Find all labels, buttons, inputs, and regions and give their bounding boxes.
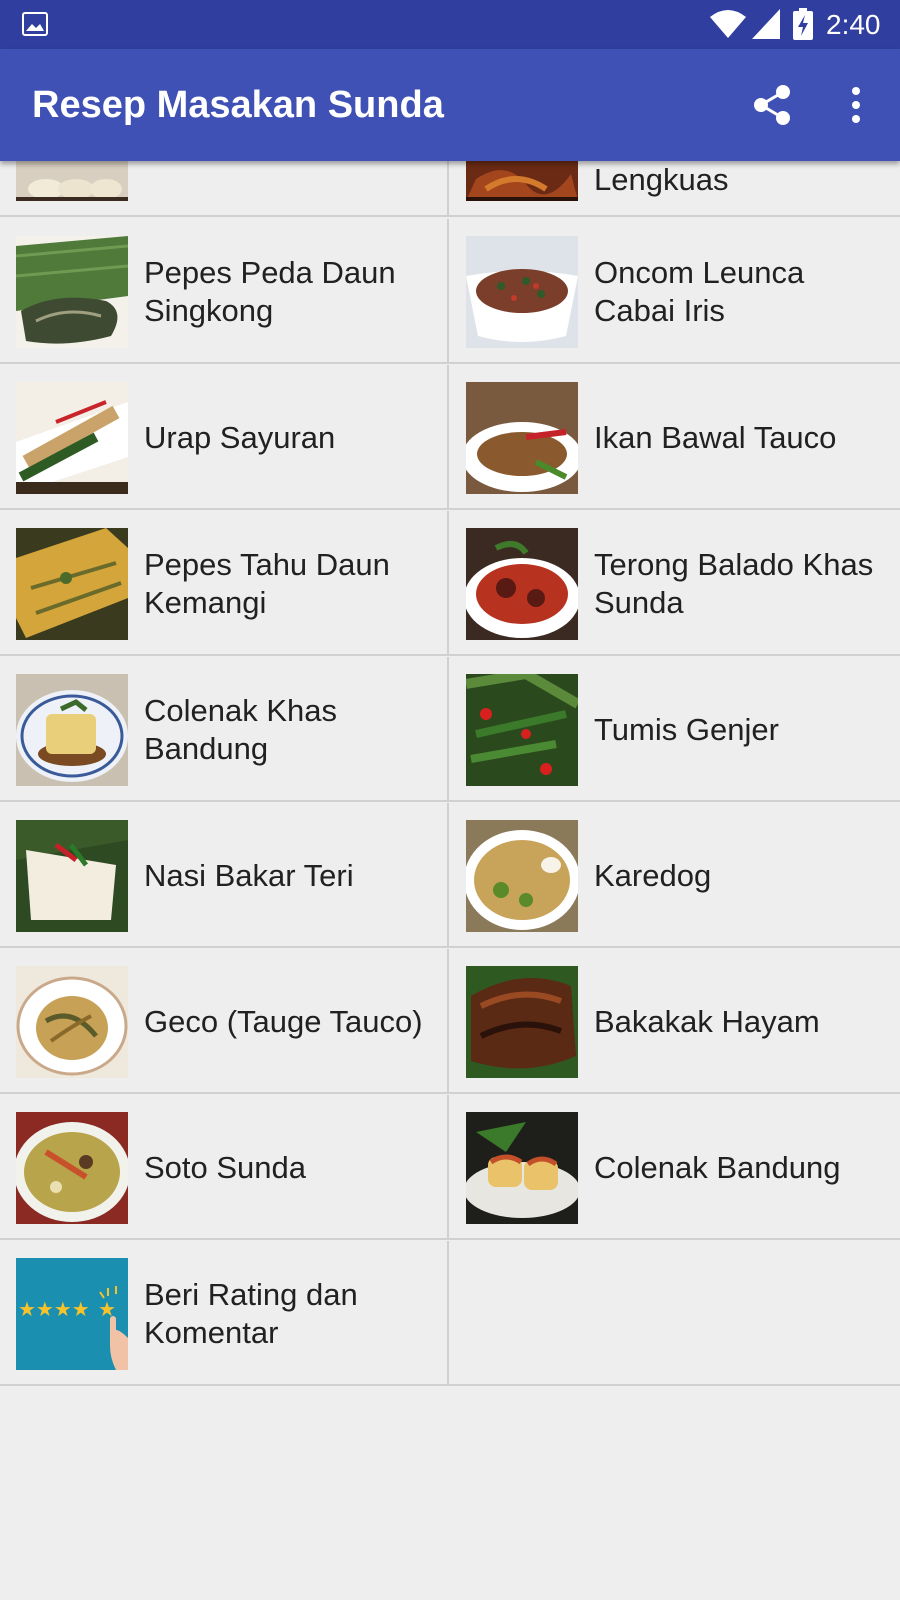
- recipe-item[interactable]: Pepes Tahu Daun Kemangi: [0, 511, 449, 656]
- app-toolbar: Resep Masakan Sunda: [0, 49, 900, 161]
- recipe-label: Tumis Genjer: [594, 711, 779, 747]
- recipe-thumbnail: [16, 528, 128, 640]
- recipe-label: Nasi Bakar Teri: [144, 857, 354, 893]
- empty-label: [594, 1241, 884, 1386]
- recipe-label: Bakakak Hayam: [594, 1003, 820, 1039]
- recipe-item[interactable]: Colenak Bandung: [449, 1095, 900, 1240]
- recipe-thumbnail: [466, 528, 578, 640]
- recipe-thumbnail: [466, 382, 578, 494]
- recipe-label: Urap Sayuran: [144, 419, 336, 455]
- recipe-label: Colenak Khas Bandung: [144, 692, 338, 766]
- recipe-label: Ikan Bawal Tauco: [594, 419, 837, 455]
- wifi-icon: [710, 10, 746, 38]
- recipe-item[interactable]: Geco (Tauge Tauco): [0, 949, 449, 1094]
- share-icon[interactable]: [752, 83, 792, 127]
- recipe-item[interactable]: Colenak Khas Bandung: [0, 657, 449, 802]
- app-title: Resep Masakan Sunda: [32, 84, 444, 126]
- status-time: 2:40: [826, 9, 881, 40]
- recipe-label: Geco (Tauge Tauco): [144, 1003, 423, 1039]
- recipe-item[interactable]: Bakakak Hayam: [449, 949, 900, 1094]
- recipe-thumbnail: [466, 674, 578, 786]
- recipe-label: Karedog: [594, 857, 712, 893]
- recipe-item[interactable]: Pepes Peda Daun Singkong: [0, 219, 449, 364]
- recipe-item[interactable]: Karedog: [449, 803, 900, 948]
- svg-text:★★★★: ★★★★: [18, 1297, 90, 1321]
- rate-app-item[interactable]: ★★★★ ★ Beri Rating dan Komentar: [0, 1241, 449, 1386]
- empty-cell: [449, 1241, 900, 1386]
- more-options-icon[interactable]: [840, 83, 872, 127]
- recipe-label: Oncom Leunca Cabai Iris: [594, 254, 805, 328]
- recipe-label: Soto Sunda: [144, 1149, 307, 1185]
- recipe-item[interactable]: Ikan Bawal Tauco: [449, 365, 900, 510]
- recipe-thumbnail: [466, 820, 578, 932]
- recipe-thumbnail: [16, 236, 128, 348]
- recipe-item[interactable]: Urap Sayuran: [0, 365, 449, 510]
- recipe-grid: Lengkuas Pepes Peda Daun Singkong Oncom …: [0, 0, 900, 1600]
- battery-charging-icon: [793, 8, 813, 40]
- recipe-thumbnail: [466, 1112, 578, 1224]
- rate-app-label: Beri Rating dan Komentar: [144, 1276, 358, 1350]
- gallery-notification-icon: [22, 12, 48, 36]
- recipe-item[interactable]: Nasi Bakar Teri: [0, 803, 449, 948]
- recipe-item[interactable]: Terong Balado Khas Sunda: [449, 511, 900, 656]
- recipe-label: Pepes Peda Daun Singkong: [144, 254, 396, 328]
- recipe-item[interactable]: Tumis Genjer: [449, 657, 900, 802]
- status-bar: 2:40: [0, 0, 900, 49]
- recipe-thumbnail: [466, 966, 578, 1078]
- recipe-thumbnail: [16, 966, 128, 1078]
- recipe-thumbnail: [16, 674, 128, 786]
- recipe-label: Pepes Tahu Daun Kemangi: [144, 546, 390, 620]
- recipe-label: Terong Balado Khas Sunda: [594, 546, 874, 620]
- recipe-thumbnail: [466, 236, 578, 348]
- recipe-thumbnail: [16, 1112, 128, 1224]
- recipe-item[interactable]: Soto Sunda: [0, 1095, 449, 1240]
- signal-icon: [752, 9, 780, 39]
- recipe-item[interactable]: Oncom Leunca Cabai Iris: [449, 219, 900, 364]
- rating-thumbnail: ★★★★ ★: [16, 1258, 128, 1370]
- recipe-thumbnail: [16, 820, 128, 932]
- recipe-label: Colenak Bandung: [594, 1149, 841, 1185]
- recipe-thumbnail: [16, 382, 128, 494]
